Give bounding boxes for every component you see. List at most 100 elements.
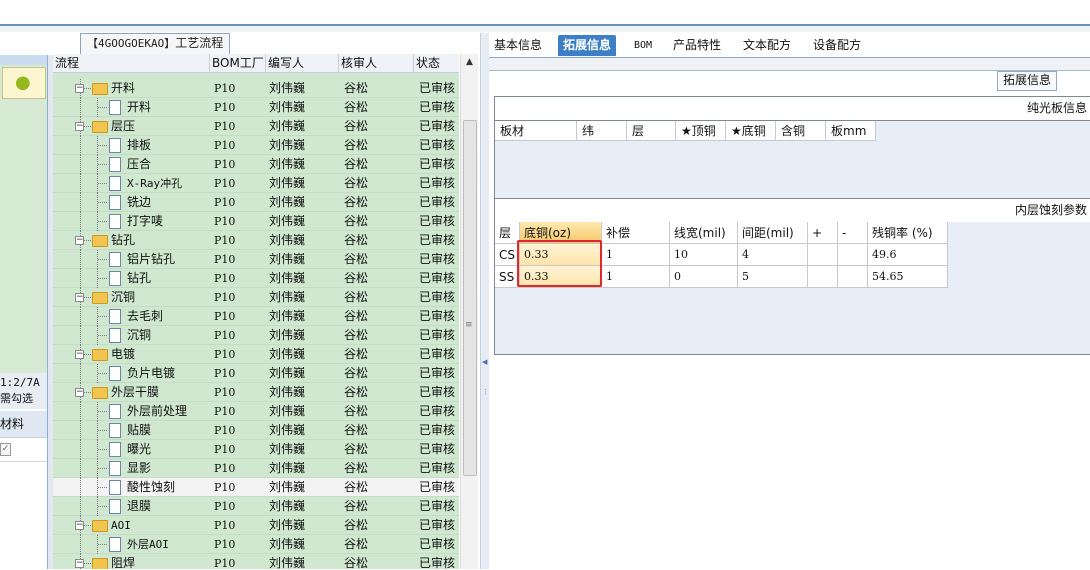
collapse-icon[interactable]: − (75, 293, 84, 302)
etch-cell[interactable] (808, 244, 838, 266)
collapse-icon[interactable]: − (75, 521, 84, 530)
etch-cell[interactable]: 5 (738, 266, 808, 288)
tree-guide (98, 487, 107, 489)
etch-cell[interactable] (808, 266, 838, 288)
col-header-process[interactable]: 流程 (53, 54, 210, 72)
table-row[interactable]: 钻孔 P10 刘伟巍 谷松 已审核 (53, 269, 459, 288)
etch-col-line-width[interactable]: 线宽(mil) (670, 222, 738, 244)
table-row[interactable]: 铣边 P10 刘伟巍 谷松 已审核 (53, 193, 459, 212)
col-header-bom-factory[interactable]: BOM工厂 (210, 54, 266, 72)
reviewer-cell: 谷松 (344, 195, 369, 209)
table-row[interactable]: 外层AOI P10 刘伟巍 谷松 已审核 (53, 535, 459, 554)
table-row[interactable]: 铝片钻孔 P10 刘伟巍 谷松 已审核 (53, 250, 459, 269)
table-row[interactable]: 沉铜 P10 刘伟巍 谷松 已审核 (53, 326, 459, 345)
tree-vertical-scrollbar[interactable]: ▲ ≡ (460, 54, 478, 569)
table-row[interactable]: 排板 P10 刘伟巍 谷松 已审核 (53, 136, 459, 155)
etch-col-plus[interactable]: + (808, 222, 838, 244)
etch-cell[interactable]: 1 (602, 266, 670, 288)
tree-guide (98, 316, 107, 318)
table-row[interactable]: − 沉铜 P10 刘伟巍 谷松 已审核 (53, 288, 459, 307)
etch-cell[interactable]: 49.6 (868, 244, 948, 266)
table-row[interactable]: 开料 P10 刘伟巍 谷松 已审核 (53, 98, 459, 117)
folder-icon (92, 387, 108, 399)
table-row[interactable]: − 开料 P10 刘伟巍 谷松 已审核 (53, 79, 459, 98)
bb-col-board[interactable]: 板材 (495, 121, 577, 141)
collapse-icon[interactable]: − (75, 84, 84, 93)
table-row[interactable]: 酸性蚀刻 P10 刘伟巍 谷松 已审核 (53, 478, 459, 497)
etch-col-spacing[interactable]: 间距(mil) (738, 222, 808, 244)
scroll-up-arrow-icon[interactable]: ▲ (461, 54, 478, 71)
process-step-label: 酸性蚀刻 (127, 480, 176, 494)
tree-guide (80, 174, 82, 193)
scroll-grip-icon: ≡ (465, 320, 473, 330)
etch-cell[interactable]: 0 (670, 266, 738, 288)
tab-basic-info[interactable]: 基本信息 (489, 35, 547, 56)
reviewer-cell: 谷松 (344, 328, 369, 342)
checkbox[interactable]: ✓ (0, 443, 11, 456)
tree-guide (98, 335, 107, 337)
editor-cell: 刘伟巍 (269, 81, 306, 95)
collapse-icon[interactable]: − (75, 122, 84, 131)
status-cell: 已审核 (419, 157, 456, 171)
etch-cell[interactable]: 4 (738, 244, 808, 266)
scroll-thumb[interactable] (463, 120, 477, 476)
table-row[interactable]: X-Ray冲孔 P10 刘伟巍 谷松 已审核 (53, 174, 459, 193)
tab-text-recipe[interactable]: 文本配方 (738, 35, 796, 56)
table-row[interactable]: 负片电镀 P10 刘伟巍 谷松 已审核 (53, 364, 459, 383)
tab-equipment-recipe[interactable]: 设备配方 (808, 35, 866, 56)
table-row[interactable]: 打字唛 P10 刘伟巍 谷松 已审核 (53, 212, 459, 231)
col-header-status[interactable]: 状态 (414, 54, 459, 72)
bb-col-bottom-copper[interactable]: ★底铜 (726, 121, 776, 141)
bb-col-board-mm[interactable]: 板mm (826, 121, 876, 141)
collapse-icon[interactable]: − (75, 388, 84, 397)
table-row[interactable]: − 电镀 P10 刘伟巍 谷松 已审核 (53, 345, 459, 364)
collapse-icon[interactable]: − (75, 350, 84, 359)
etch-cell[interactable]: 54.65 (868, 266, 948, 288)
bb-col-weft[interactable]: 纬 (577, 121, 627, 141)
etch-col-residual-copper[interactable]: 残铜率 (%) (868, 222, 948, 244)
etch-cell[interactable] (838, 266, 868, 288)
collapse-left-arrow-icon[interactable]: ◀ (482, 358, 487, 366)
table-row[interactable]: 退膜 P10 刘伟巍 谷松 已审核 (53, 497, 459, 516)
col-header-editor[interactable]: 编写人 (266, 54, 339, 72)
col-header-reviewer[interactable]: 核审人 (339, 54, 414, 72)
table-row[interactable]: − AOI P10 刘伟巍 谷松 已审核 (53, 516, 459, 535)
tree-guide (80, 250, 82, 269)
status-cell: 已审核 (419, 119, 456, 133)
document-icon (109, 309, 121, 324)
reviewer-cell: 谷松 (344, 537, 369, 551)
table-row[interactable]: − 钻孔 P10 刘伟巍 谷松 已审核 (53, 231, 459, 250)
editor-cell: 刘伟巍 (269, 347, 306, 361)
extended-info-group-button[interactable]: 拓展信息 (997, 71, 1058, 91)
table-row[interactable]: 曝光 P10 刘伟巍 谷松 已审核 (53, 440, 459, 459)
table-row[interactable]: − 层压 P10 刘伟巍 谷松 已审核 (53, 117, 459, 136)
table-row[interactable]: 去毛刺 P10 刘伟巍 谷松 已审核 (53, 307, 459, 326)
collapse-icon[interactable]: − (75, 236, 84, 245)
extended-info-frame: 纯光板信息 板材 纬 层 ★顶铜 ★底铜 含铜 板mm 内层蚀刻参数 层底铜(o… (494, 96, 1090, 355)
bare-board-title: 纯光板信息 (1026, 101, 1087, 115)
table-row[interactable]: − 阻焊 P10 刘伟巍 谷松 已审核 (53, 554, 459, 569)
etch-col-compensation[interactable]: 补偿 (602, 222, 670, 244)
window-top-bar (0, 0, 1090, 24)
bb-col-top-copper[interactable]: ★顶铜 (676, 121, 726, 141)
left-side-panel: ● 1:2/7A 需勾选 材料 ✓ (0, 55, 48, 569)
process-step-label: 贴膜 (127, 423, 152, 437)
table-row[interactable]: 贴膜 P10 刘伟巍 谷松 已审核 (53, 421, 459, 440)
editor-cell: 刘伟巍 (269, 461, 306, 475)
chat-button[interactable]: ● (2, 67, 46, 99)
table-row[interactable]: 显影 P10 刘伟巍 谷松 已审核 (53, 459, 459, 478)
etch-col-minus[interactable]: - (838, 222, 868, 244)
collapse-icon[interactable]: − (75, 559, 84, 568)
tab-product-features[interactable]: 产品特性 (668, 35, 726, 56)
table-row[interactable]: 外层前处理 P10 刘伟巍 谷松 已审核 (53, 402, 459, 421)
etch-cell[interactable]: 10 (670, 244, 738, 266)
tab-extended-info[interactable]: 拓展信息 (558, 35, 617, 56)
editor-cell: 刘伟巍 (269, 233, 306, 247)
table-row[interactable]: − 外层干膜 P10 刘伟巍 谷松 已审核 (53, 383, 459, 402)
bb-col-layer[interactable]: 层 (627, 121, 676, 141)
etch-cell[interactable]: 1 (602, 244, 670, 266)
etch-cell[interactable] (838, 244, 868, 266)
tab-bom[interactable]: BOM (629, 35, 657, 56)
table-row[interactable]: 压合 P10 刘伟巍 谷松 已审核 (53, 155, 459, 174)
bb-col-copper-content[interactable]: 含铜 (776, 121, 826, 141)
